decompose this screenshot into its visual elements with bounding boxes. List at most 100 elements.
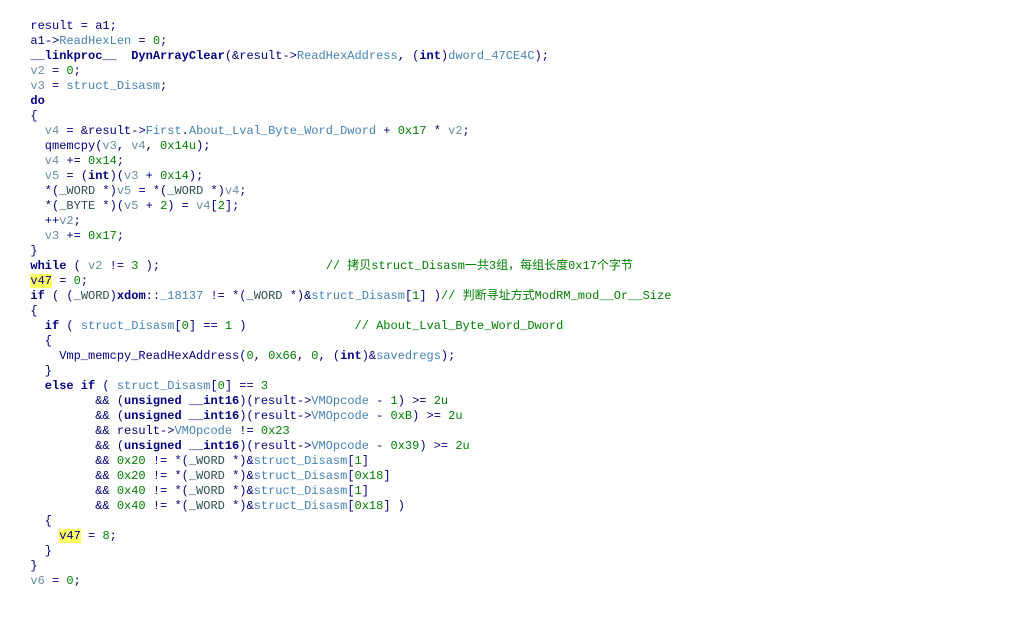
code-token-op: != *( bbox=[146, 469, 189, 483]
code-line[interactable]: { bbox=[16, 109, 1022, 124]
code-token-field: VMOpcode bbox=[174, 424, 232, 438]
code-token-op: ( bbox=[59, 319, 81, 333]
code-token-op: + bbox=[138, 169, 160, 183]
code-token-num: 0x14 bbox=[88, 154, 117, 168]
code-token-op: ] ) bbox=[383, 499, 405, 513]
code-token-op: ; bbox=[74, 64, 81, 78]
code-token-op: - bbox=[369, 394, 391, 408]
code-line[interactable]: v3 += 0x17; bbox=[16, 229, 1022, 244]
code-token-op: + bbox=[376, 124, 398, 138]
code-token-op: *)( bbox=[95, 199, 124, 213]
code-line[interactable]: __linkproc__ DynArrayClear(&result->Read… bbox=[16, 49, 1022, 64]
code-token-hl: v47 bbox=[59, 529, 81, 543]
code-token-op: , ( bbox=[318, 349, 340, 363]
code-line[interactable]: && result->VMOpcode != 0x23 bbox=[16, 424, 1022, 439]
code-token-faint: _WORD bbox=[247, 289, 283, 303]
code-token-kw: __linkproc__ DynArrayClear bbox=[16, 49, 225, 63]
code-token-var: v6 bbox=[16, 574, 45, 588]
code-line[interactable]: } bbox=[16, 559, 1022, 574]
code-token-op: -> bbox=[131, 124, 145, 138]
code-token-op: ( ( bbox=[45, 289, 74, 303]
code-line[interactable]: { bbox=[16, 304, 1022, 319]
code-token-num: 0xB bbox=[391, 409, 413, 423]
code-token-num: 3 bbox=[261, 379, 268, 393]
code-token-op: ( bbox=[95, 379, 117, 393]
code-line[interactable]: } bbox=[16, 244, 1022, 259]
code-line[interactable]: *(_BYTE *)(v5 + 2) = v4[2]; bbox=[16, 199, 1022, 214]
code-token-op: { bbox=[16, 304, 38, 318]
decompiler-code-view[interactable]: result = a1; a1->ReadHexLen = 0; __linkp… bbox=[0, 0, 1022, 589]
code-token-func: Vmp_memcpy_ReadHexAddress bbox=[16, 349, 239, 363]
code-line[interactable]: } bbox=[16, 364, 1022, 379]
code-token-op: ); bbox=[138, 259, 325, 273]
code-line[interactable]: *(_WORD *)v5 = *(_WORD *)v4; bbox=[16, 184, 1022, 199]
code-token-op: *)& bbox=[225, 499, 254, 513]
code-token-var: v5 bbox=[16, 169, 59, 183]
code-token-kw: int bbox=[88, 169, 110, 183]
code-token-op: , bbox=[297, 349, 311, 363]
code-token-num: 2 bbox=[218, 199, 225, 213]
code-line[interactable]: do bbox=[16, 94, 1022, 109]
code-token-num: 0x40 bbox=[117, 484, 146, 498]
code-line[interactable]: v47 = 8; bbox=[16, 529, 1022, 544]
code-token-var: v4 bbox=[16, 154, 59, 168]
code-line[interactable]: result = a1; bbox=[16, 19, 1022, 34]
code-line[interactable]: && 0x40 != *(_WORD *)&struct_Disasm[1] bbox=[16, 484, 1022, 499]
code-token-op: { bbox=[16, 514, 52, 528]
code-token-field: _18137 bbox=[160, 289, 203, 303]
code-token-num: 0x20 bbox=[117, 469, 146, 483]
code-line[interactable]: v3 = struct_Disasm; bbox=[16, 79, 1022, 94]
code-token-field: ReadHexLen bbox=[59, 34, 131, 48]
code-line[interactable]: a1->ReadHexLen = 0; bbox=[16, 34, 1022, 49]
code-token-op: . bbox=[182, 124, 189, 138]
code-token-num: 0x14u bbox=[160, 139, 196, 153]
code-line[interactable]: qmemcpy(v3, v4, 0x14u); bbox=[16, 139, 1022, 154]
code-line[interactable]: && (unsigned __int16)(result->VMOpcode -… bbox=[16, 439, 1022, 454]
code-token-op: ); bbox=[441, 349, 455, 363]
code-line[interactable]: { bbox=[16, 514, 1022, 529]
code-token-op: ; bbox=[117, 154, 124, 168]
code-line[interactable]: if ( (_WORD)xdom::_18137 != *(_WORD *)&s… bbox=[16, 289, 1022, 304]
code-token-op: *) bbox=[203, 184, 225, 198]
code-token-num: 8 bbox=[102, 529, 109, 543]
code-line[interactable]: && 0x20 != *(_WORD *)&struct_Disasm[0x18… bbox=[16, 469, 1022, 484]
code-line[interactable]: v4 = &result->First.About_Lval_Byte_Word… bbox=[16, 124, 1022, 139]
code-line[interactable]: v6 = 0; bbox=[16, 574, 1022, 589]
code-token-op: ) = bbox=[167, 199, 196, 213]
code-token-faint: _WORD bbox=[167, 184, 203, 198]
code-line[interactable]: { bbox=[16, 334, 1022, 349]
code-token-op: = bbox=[52, 274, 74, 288]
code-token-op: } bbox=[16, 364, 52, 378]
code-line[interactable]: } bbox=[16, 544, 1022, 559]
code-line[interactable]: && 0x40 != *(_WORD *)&struct_Disasm[0x18… bbox=[16, 499, 1022, 514]
code-token-var: v2 bbox=[448, 124, 462, 138]
code-token-op: && bbox=[16, 469, 117, 483]
code-token-var: v2 bbox=[59, 214, 73, 228]
code-line[interactable]: v5 = (int)(v3 + 0x14); bbox=[16, 169, 1022, 184]
code-token-num: 2u bbox=[434, 394, 448, 408]
code-line[interactable]: && 0x20 != *(_WORD *)&struct_Disasm[1] bbox=[16, 454, 1022, 469]
code-line[interactable]: v47 = 0; bbox=[16, 274, 1022, 289]
code-token-op: ; bbox=[74, 214, 81, 228]
code-token-ident: a1 bbox=[95, 19, 109, 33]
code-token-field: savedregs bbox=[376, 349, 441, 363]
code-line[interactable]: && (unsigned __int16)(result->VMOpcode -… bbox=[16, 409, 1022, 424]
code-line[interactable]: if ( struct_Disasm[0] == 1 ) // About_Lv… bbox=[16, 319, 1022, 334]
code-token-op: = bbox=[81, 529, 103, 543]
code-token-kw: xdom bbox=[117, 289, 146, 303]
code-token-comment: // 判断寻址方式ModRM_mod__Or__Size bbox=[441, 289, 671, 303]
code-token-field: struct_Disasm bbox=[81, 319, 175, 333]
code-line[interactable]: else if ( struct_Disasm[0] == 3 bbox=[16, 379, 1022, 394]
code-line[interactable]: Vmp_memcpy_ReadHexAddress(0, 0x66, 0, (i… bbox=[16, 349, 1022, 364]
code-line[interactable]: && (unsigned __int16)(result->VMOpcode -… bbox=[16, 394, 1022, 409]
code-token-op: ) >= bbox=[419, 439, 455, 453]
code-token-op: && ( bbox=[16, 394, 124, 408]
code-line[interactable]: v2 = 0; bbox=[16, 64, 1022, 79]
code-token-op: *)& bbox=[225, 469, 254, 483]
code-line[interactable]: v4 += 0x14; bbox=[16, 154, 1022, 169]
code-token-num: 2u bbox=[448, 409, 462, 423]
code-line[interactable]: while ( v2 != 3 ); // 拷贝struct_Disasm一共3… bbox=[16, 259, 1022, 274]
code-line[interactable]: ++v2; bbox=[16, 214, 1022, 229]
code-token-op: != *( bbox=[203, 289, 246, 303]
code-token-num: 1 bbox=[225, 319, 232, 333]
